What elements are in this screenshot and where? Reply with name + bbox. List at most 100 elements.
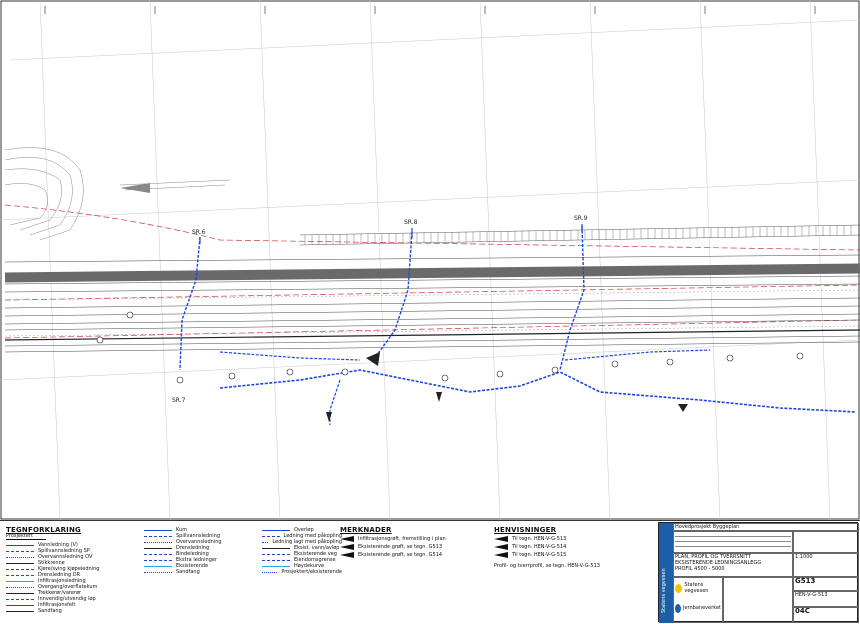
line-swatch xyxy=(262,547,290,549)
legend-item: Til tegn. HEN-V-G-515 xyxy=(494,551,654,559)
scale-value: 1:1000 xyxy=(795,554,813,560)
line-swatch xyxy=(144,553,172,555)
arrow-icon xyxy=(494,536,508,542)
scale-cell: 1:1000 xyxy=(793,553,859,577)
fence-ticks xyxy=(304,225,852,245)
arrow-icon xyxy=(340,544,354,550)
section-label: SR.7 xyxy=(172,397,186,404)
line-swatch xyxy=(6,604,34,606)
legend-item-label: Prosjektert/eksisterende xyxy=(281,569,342,575)
revision-grid xyxy=(793,531,859,553)
line-swatch xyxy=(6,580,34,582)
legend-item: Sandfang xyxy=(144,569,264,575)
line-swatch xyxy=(262,541,269,543)
arrow-icon xyxy=(494,544,508,550)
grid-ticks xyxy=(44,6,816,14)
line-swatch xyxy=(6,598,34,600)
line-swatch xyxy=(262,565,290,567)
line-swatch xyxy=(6,562,34,564)
pipe-sr9 xyxy=(559,225,585,371)
legend-item-label: Eksisterende grøft, se tegn. G513 xyxy=(358,544,443,550)
arrow-icon xyxy=(494,552,508,558)
logo-strip: Statens vegvesen xyxy=(659,523,673,623)
drawing-number-cell: HEN-V-G-513 xyxy=(793,591,859,607)
legend-item-label: Sandfang xyxy=(176,569,200,575)
sheet-cell: G513 xyxy=(793,577,859,591)
legend-item-label: Til tegn. HEN-V-G-514 xyxy=(512,544,567,550)
arrow-icon xyxy=(340,536,354,542)
sheet-number: G513 xyxy=(795,577,816,585)
line-swatch xyxy=(262,571,278,573)
legend-subheading: Prosjektert xyxy=(6,533,46,540)
line-swatch xyxy=(144,565,172,567)
merknader-list: Infiltrasjonsgrøft, fremstilling i plan E… xyxy=(340,535,490,559)
legend-item-label: Infiltrasjonsgrøft, fremstilling i plan xyxy=(358,536,446,542)
terrain-contours xyxy=(4,147,231,241)
drawing-number: HEN-V-G-513 xyxy=(795,592,828,598)
drawing-sheet: SR.6 SR.8 SR.9 SR.7 TEGNFORKLARING Prosj… xyxy=(0,0,860,624)
line-swatch xyxy=(6,544,34,546)
line-swatch xyxy=(6,556,34,558)
legend-item-label: Til tegn. HEN-V-G-515 xyxy=(512,552,567,558)
legend-item: Infiltrasjonsgrøft, fremstilling i plan xyxy=(340,535,490,543)
legend-item: Prosjektert/eksisterende xyxy=(262,569,342,575)
line-swatch xyxy=(262,529,290,531)
client-logo-1-icon xyxy=(675,583,683,593)
revision-code: 04C xyxy=(795,607,810,615)
pipe-branch xyxy=(329,379,341,425)
legend-item: Eksisterende grøft, se tegn. G513 xyxy=(340,543,490,551)
line-swatch xyxy=(144,529,172,531)
project-line: Hovedprosjekt Byggeplan xyxy=(673,523,859,531)
section-label: SR.6 xyxy=(192,229,206,236)
line-swatch xyxy=(144,547,172,549)
highway-band xyxy=(4,254,860,353)
section-label: SR.9 xyxy=(574,215,588,222)
legend-list: Overløp Ledning med påkopling Ledning lagt… xyxy=(262,527,342,575)
line-swatch xyxy=(262,535,280,537)
revision-cell: 04C xyxy=(793,607,859,623)
legend-symbols: Kum Spillvannsledning Overvannsledning Dren… xyxy=(144,527,264,575)
drawing-title: PLAN, PROFIL OG TVERRSNITT EKSISTERENDE … xyxy=(673,553,793,577)
line-swatch xyxy=(6,550,34,552)
legend-item: Eksisterende grøft, se tegn. G514 xyxy=(340,551,490,559)
meta-cell xyxy=(723,577,793,623)
line-swatch xyxy=(6,592,34,594)
client-name-1: Statens vegvesen xyxy=(684,582,709,594)
legend-merknader: MERKNADER Infiltrasjonsgrøft, fremstilli… xyxy=(340,527,490,559)
henvisninger-footer: Profil- og tverrprofil, se tegn. HEN-V-G… xyxy=(494,563,600,569)
line-swatch xyxy=(144,571,172,573)
legend-item-label: Sandfang xyxy=(38,608,62,614)
legend-tegnforklaring: TEGNFORKLARING Prosjektert Vannledning (… xyxy=(6,527,134,614)
line-swatch xyxy=(144,535,172,537)
section-label: SR.8 xyxy=(404,219,418,226)
line-swatch xyxy=(6,568,34,570)
client-name-2: Jernbaneverket xyxy=(682,605,721,611)
merknader-heading: MERKNADER xyxy=(340,526,392,534)
line-swatch xyxy=(262,559,290,561)
line-swatch xyxy=(6,574,34,576)
pipe-right xyxy=(564,349,711,361)
line-swatch xyxy=(144,541,172,543)
fence-band xyxy=(299,224,860,246)
clients-cell: Statens vegvesen Jernbaneverket xyxy=(673,577,723,623)
title-block: Statens vegvesen Hovedprosjekt Byggeplan… xyxy=(658,522,859,623)
client-logo-2-icon xyxy=(675,603,681,613)
profile-range: PROFIL 4500 - 5000 xyxy=(675,566,725,572)
line-swatch xyxy=(6,586,34,588)
legend-item-label: Til tegn. HEN-V-G-513 xyxy=(512,536,567,542)
revision-table xyxy=(673,531,793,553)
pipe-mid xyxy=(219,351,361,361)
line-swatch xyxy=(144,559,172,561)
pipe-sr8 xyxy=(371,231,413,363)
coordinate-grid xyxy=(0,0,860,520)
pipe-main-lower xyxy=(219,369,857,413)
logo-text: Statens vegvesen xyxy=(661,568,667,613)
arrow-icon xyxy=(340,552,354,558)
client-row-1: Statens vegvesen xyxy=(675,578,721,598)
legend-item-label: Eksisterende grøft, se tegn. G514 xyxy=(358,552,443,558)
client-row-2: Jernbaneverket xyxy=(675,598,721,618)
legend-misc: Overløp Ledning med påkopling Ledning lagt… xyxy=(262,527,342,575)
henvisninger-list: Til tegn. HEN-V-G-513 Til tegn. HEN-V-G-5… xyxy=(494,535,654,559)
plan-drawing: SR.6 SR.8 SR.9 SR.7 xyxy=(0,0,860,520)
legend-list: Vannledning (V) Spillvannsledning SP Overv… xyxy=(6,542,134,614)
